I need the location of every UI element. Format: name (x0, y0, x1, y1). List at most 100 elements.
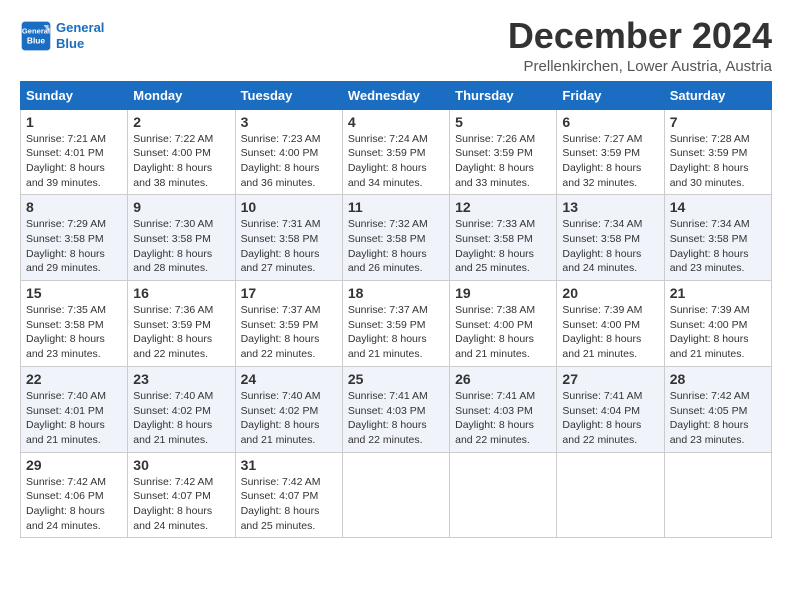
day-number: 28 (670, 371, 766, 387)
calendar-cell: 7 Sunrise: 7:28 AMSunset: 3:59 PMDaylight… (664, 109, 771, 195)
logo: General Blue General Blue (20, 20, 104, 52)
calendar-week-row: 1Sunrise: 7:21 AMSunset: 4:01 PMDaylight… (21, 109, 772, 195)
day-info: Sunrise: 7:38 AMSunset: 4:00 PMDaylight:… (455, 303, 551, 362)
day-number: 11 (348, 199, 444, 215)
calendar-cell: 23 Sunrise: 7:40 AMSunset: 4:02 PMDayligh… (128, 366, 235, 452)
day-number: 12 (455, 199, 551, 215)
day-info: Sunrise: 7:41 AMSunset: 4:03 PMDaylight:… (455, 389, 551, 448)
day-number: 24 (241, 371, 337, 387)
day-info: Sunrise: 7:36 AMSunset: 3:59 PMDaylight:… (133, 303, 229, 362)
calendar-cell: 10Sunrise: 7:31 AMSunset: 3:58 PMDayligh… (235, 195, 342, 281)
day-info: Sunrise: 7:33 AMSunset: 3:58 PMDaylight:… (455, 217, 551, 276)
weekday-header-row: SundayMondayTuesdayWednesdayThursdayFrid… (21, 81, 772, 109)
weekday-header-wednesday: Wednesday (342, 81, 449, 109)
calendar-cell: 15 Sunrise: 7:35 AMSunset: 3:58 PMDayligh… (21, 281, 128, 367)
day-info: Sunrise: 7:28 AMSunset: 3:59 PMDaylight:… (670, 132, 766, 191)
calendar-cell (450, 452, 557, 538)
logo-text: General Blue (56, 20, 104, 51)
calendar-cell: 12 Sunrise: 7:33 AMSunset: 3:58 PMDayligh… (450, 195, 557, 281)
calendar-cell: 1Sunrise: 7:21 AMSunset: 4:01 PMDaylight… (21, 109, 128, 195)
day-info: Sunrise: 7:34 AMSunset: 3:58 PMDaylight:… (562, 217, 658, 276)
calendar-body: 1Sunrise: 7:21 AMSunset: 4:01 PMDaylight… (21, 109, 772, 538)
svg-text:Blue: Blue (27, 36, 46, 46)
calendar-cell: 31 Sunrise: 7:42 AMSunset: 4:07 PMDayligh… (235, 452, 342, 538)
day-info: Sunrise: 7:37 AMSunset: 3:59 PMDaylight:… (348, 303, 444, 362)
day-number: 6 (562, 114, 658, 130)
calendar-cell: 28 Sunrise: 7:42 AMSunset: 4:05 PMDayligh… (664, 366, 771, 452)
day-info: Sunrise: 7:22 AMSunset: 4:00 PMDaylight:… (133, 132, 229, 191)
weekday-header-friday: Friday (557, 81, 664, 109)
day-info: Sunrise: 7:23 AMSunset: 4:00 PMDaylight:… (241, 132, 337, 191)
day-info: Sunrise: 7:40 AMSunset: 4:02 PMDaylight:… (241, 389, 337, 448)
calendar-cell: 22 Sunrise: 7:40 AMSunset: 4:01 PMDayligh… (21, 366, 128, 452)
weekday-header-tuesday: Tuesday (235, 81, 342, 109)
weekday-header-monday: Monday (128, 81, 235, 109)
calendar-week-row: 15 Sunrise: 7:35 AMSunset: 3:58 PMDayligh… (21, 281, 772, 367)
calendar-week-row: 8Sunrise: 7:29 AMSunset: 3:58 PMDaylight… (21, 195, 772, 281)
weekday-header-thursday: Thursday (450, 81, 557, 109)
day-number: 10 (241, 199, 337, 215)
calendar-cell: 18 Sunrise: 7:37 AMSunset: 3:59 PMDayligh… (342, 281, 449, 367)
day-info: Sunrise: 7:39 AMSunset: 4:00 PMDaylight:… (670, 303, 766, 362)
day-info: Sunrise: 7:42 AMSunset: 4:07 PMDaylight:… (241, 475, 337, 534)
day-number: 15 (26, 285, 122, 301)
day-info: Sunrise: 7:40 AMSunset: 4:01 PMDaylight:… (26, 389, 122, 448)
day-info: Sunrise: 7:41 AMSunset: 4:04 PMDaylight:… (562, 389, 658, 448)
logo-icon: General Blue (20, 20, 52, 52)
day-number: 23 (133, 371, 229, 387)
day-info: Sunrise: 7:35 AMSunset: 3:58 PMDaylight:… (26, 303, 122, 362)
day-number: 3 (241, 114, 337, 130)
day-number: 8 (26, 199, 122, 215)
calendar-cell: 11Sunrise: 7:32 AMSunset: 3:58 PMDayligh… (342, 195, 449, 281)
day-number: 17 (241, 285, 337, 301)
day-number: 19 (455, 285, 551, 301)
day-info: Sunrise: 7:24 AMSunset: 3:59 PMDaylight:… (348, 132, 444, 191)
day-number: 25 (348, 371, 444, 387)
calendar-cell: 20Sunrise: 7:39 AMSunset: 4:00 PMDayligh… (557, 281, 664, 367)
calendar-cell: 5 Sunrise: 7:26 AMSunset: 3:59 PMDaylight… (450, 109, 557, 195)
day-number: 21 (670, 285, 766, 301)
day-number: 22 (26, 371, 122, 387)
calendar-cell: 14 Sunrise: 7:34 AMSunset: 3:58 PMDayligh… (664, 195, 771, 281)
day-info: Sunrise: 7:37 AMSunset: 3:59 PMDaylight:… (241, 303, 337, 362)
day-number: 18 (348, 285, 444, 301)
day-info: Sunrise: 7:42 AMSunset: 4:05 PMDaylight:… (670, 389, 766, 448)
day-number: 31 (241, 457, 337, 473)
calendar-cell: 4Sunrise: 7:24 AMSunset: 3:59 PMDaylight… (342, 109, 449, 195)
calendar-cell: 21 Sunrise: 7:39 AMSunset: 4:00 PMDayligh… (664, 281, 771, 367)
calendar-cell: 2 Sunrise: 7:22 AMSunset: 4:00 PMDaylight… (128, 109, 235, 195)
calendar-cell: 27Sunrise: 7:41 AMSunset: 4:04 PMDayligh… (557, 366, 664, 452)
calendar-cell: 6 Sunrise: 7:27 AMSunset: 3:59 PMDaylight… (557, 109, 664, 195)
day-number: 30 (133, 457, 229, 473)
calendar-cell: 26 Sunrise: 7:41 AMSunset: 4:03 PMDayligh… (450, 366, 557, 452)
calendar-cell: 19 Sunrise: 7:38 AMSunset: 4:00 PMDayligh… (450, 281, 557, 367)
calendar-header: SundayMondayTuesdayWednesdayThursdayFrid… (21, 81, 772, 109)
weekday-header-saturday: Saturday (664, 81, 771, 109)
day-info: Sunrise: 7:41 AMSunset: 4:03 PMDaylight:… (348, 389, 444, 448)
day-number: 26 (455, 371, 551, 387)
day-info: Sunrise: 7:21 AMSunset: 4:01 PMDaylight:… (26, 132, 122, 191)
day-info: Sunrise: 7:40 AMSunset: 4:02 PMDaylight:… (133, 389, 229, 448)
day-number: 13 (562, 199, 658, 215)
calendar-cell: 17 Sunrise: 7:37 AMSunset: 3:59 PMDayligh… (235, 281, 342, 367)
weekday-header-sunday: Sunday (21, 81, 128, 109)
day-number: 5 (455, 114, 551, 130)
calendar-cell: 9 Sunrise: 7:30 AMSunset: 3:58 PMDaylight… (128, 195, 235, 281)
day-number: 9 (133, 199, 229, 215)
day-info: Sunrise: 7:42 AMSunset: 4:06 PMDaylight:… (26, 475, 122, 534)
day-number: 7 (670, 114, 766, 130)
day-info: Sunrise: 7:26 AMSunset: 3:59 PMDaylight:… (455, 132, 551, 191)
day-info: Sunrise: 7:27 AMSunset: 3:59 PMDaylight:… (562, 132, 658, 191)
calendar-cell: 16Sunrise: 7:36 AMSunset: 3:59 PMDayligh… (128, 281, 235, 367)
calendar-week-row: 29Sunrise: 7:42 AMSunset: 4:06 PMDayligh… (21, 452, 772, 538)
calendar-cell: 25 Sunrise: 7:41 AMSunset: 4:03 PMDayligh… (342, 366, 449, 452)
day-number: 2 (133, 114, 229, 130)
day-info: Sunrise: 7:39 AMSunset: 4:00 PMDaylight:… (562, 303, 658, 362)
calendar-title: December 2024 (508, 16, 772, 56)
title-block: December 2024 Prellenkirchen, Lower Aust… (508, 16, 772, 75)
calendar-cell: 8Sunrise: 7:29 AMSunset: 3:58 PMDaylight… (21, 195, 128, 281)
day-info: Sunrise: 7:30 AMSunset: 3:58 PMDaylight:… (133, 217, 229, 276)
calendar-cell: 3 Sunrise: 7:23 AMSunset: 4:00 PMDaylight… (235, 109, 342, 195)
day-number: 14 (670, 199, 766, 215)
day-info: Sunrise: 7:34 AMSunset: 3:58 PMDaylight:… (670, 217, 766, 276)
